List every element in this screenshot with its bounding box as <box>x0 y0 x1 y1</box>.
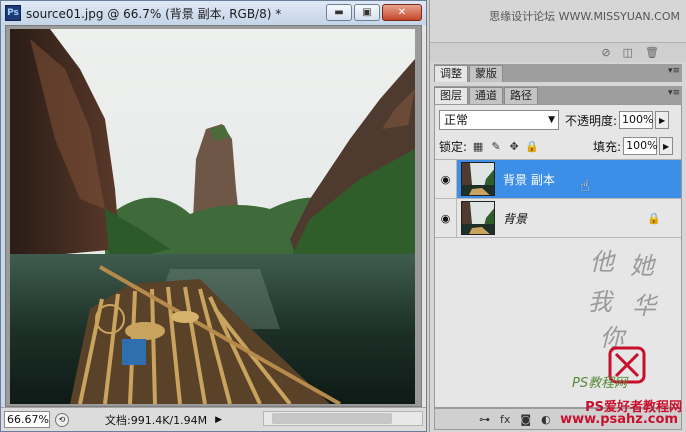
photoshop-workspace: Ps source01.jpg @ 66.7% (背景 副本, RGB/8) *… <box>0 0 686 432</box>
tab-channels[interactable]: 通道 <box>469 87 503 104</box>
svg-text:他: 他 <box>590 248 617 276</box>
window-controls: ▬ ▣ ✕ <box>326 4 422 21</box>
trash-icon[interactable]: 🗑 <box>645 46 659 59</box>
panel-menu-icon[interactable]: ▾≡ <box>668 66 680 76</box>
layer-thumbnail <box>461 162 495 196</box>
visibility-eye-icon[interactable]: ◉ <box>435 199 457 237</box>
watermark-top: 思缘设计论坛 WWW.MISSYUAN.COM <box>489 10 680 23</box>
layer-thumbnail <box>461 201 495 235</box>
document-window: Ps source01.jpg @ 66.7% (背景 副本, RGB/8) *… <box>0 0 427 432</box>
document-title-bar[interactable]: Ps source01.jpg @ 66.7% (背景 副本, RGB/8) *… <box>1 1 426 25</box>
vertical-scrollbar[interactable] <box>422 25 426 407</box>
tab-adjust[interactable]: 调整 <box>434 65 468 82</box>
adjust-tab-row: 调整 蒙版 ▾≡ <box>434 64 682 82</box>
layer-lock-icon: 🔒 <box>647 212 661 225</box>
panel-footer-icons: ⊘ ◫ 🗑 <box>430 42 686 62</box>
lock-transparency-icon[interactable]: ▦ <box>471 139 485 153</box>
restore-button[interactable]: ▣ <box>354 4 380 21</box>
opacity-slider-button[interactable]: ▶ <box>655 111 670 129</box>
status-menu-arrow-icon[interactable]: ▶ <box>215 415 222 425</box>
fx-icon[interactable]: fx <box>500 413 510 426</box>
layer-name[interactable]: 背景 <box>503 210 527 227</box>
document-size-info: 文档:991.4K/1.94M <box>105 413 208 427</box>
scrollbar-thumb[interactable] <box>272 413 392 424</box>
blend-mode-select[interactable]: 正常 ▼ <box>439 110 559 130</box>
lock-position-move-icon[interactable]: ✥ <box>507 139 521 153</box>
fill-label: 填充: <box>593 139 622 154</box>
tab-mask[interactable]: 蒙版 <box>469 65 503 82</box>
svg-text:华: 华 <box>632 292 659 320</box>
lock-label: 锁定: <box>439 139 468 154</box>
lock-pixels-brush-icon[interactable]: ✎ <box>489 139 503 153</box>
delete-state-icon[interactable]: ⊘ <box>601 46 610 59</box>
fill-slider-button[interactable]: ▶ <box>659 137 674 155</box>
lock-row: 锁定: ▦ ✎ ✥ 🔒 填充: 100% ▶ <box>439 135 679 157</box>
layers-panel-menu-icon[interactable]: ▾≡ <box>668 88 680 98</box>
document-title: source01.jpg @ 66.7% (背景 副本, RGB/8) * <box>26 6 282 21</box>
layer-name[interactable]: 背景 副本 <box>503 171 555 188</box>
layers-tab-row: 图层 通道 路径 ▾≡ <box>434 86 682 104</box>
photoshop-logo-icon: Ps <box>5 5 21 21</box>
new-snapshot-icon[interactable]: ◫ <box>623 46 633 59</box>
watermark-ps-tutorial: PS教程网 <box>572 376 628 391</box>
fill-field[interactable]: 100% <box>623 137 658 155</box>
panels-dock: 思缘设计论坛 WWW.MISSYUAN.COM ⊘ ◫ 🗑 调整 蒙版 ▾≡ 图… <box>429 0 686 432</box>
hand-cursor-icon: ☝ <box>580 176 590 195</box>
tab-layers[interactable]: 图层 <box>434 87 468 104</box>
chevron-down-icon: ▼ <box>548 115 555 125</box>
minimize-button[interactable]: ▬ <box>326 4 352 21</box>
layer-row-background-copy[interactable]: ◉ 背景 副本 ☝ <box>435 160 681 199</box>
opacity-field[interactable]: 100% <box>619 111 654 129</box>
close-button[interactable]: ✕ <box>382 4 422 21</box>
calligraphy-watermark: 他 她 我 华 你 <box>588 248 659 384</box>
status-info-icon[interactable]: ⟲ <box>55 412 69 427</box>
adjustment-layer-icon[interactable]: ◐ <box>541 413 551 426</box>
opacity-label: 不透明度: <box>565 113 618 128</box>
watermark-psahz-url: www.psahz.com <box>560 412 678 427</box>
lock-all-icon[interactable]: 🔒 <box>525 139 539 153</box>
add-mask-icon[interactable]: ◙ <box>520 413 531 426</box>
visibility-eye-icon[interactable]: ◉ <box>435 160 457 198</box>
svg-text:我: 我 <box>588 288 614 316</box>
zoom-level-field[interactable]: 66.67% <box>4 411 50 428</box>
landscape-photo <box>10 29 415 404</box>
blend-mode-value: 正常 <box>444 113 469 127</box>
canvas-area[interactable] <box>5 25 422 407</box>
tab-paths[interactable]: 路径 <box>504 87 538 104</box>
blend-row: 正常 ▼ 不透明度: 100% ▶ <box>439 109 679 131</box>
horizontal-scrollbar[interactable] <box>263 411 423 426</box>
photo-canvas[interactable] <box>10 29 415 404</box>
link-layers-icon[interactable]: ⊶ <box>479 413 490 426</box>
svg-text:她: 她 <box>630 252 657 280</box>
